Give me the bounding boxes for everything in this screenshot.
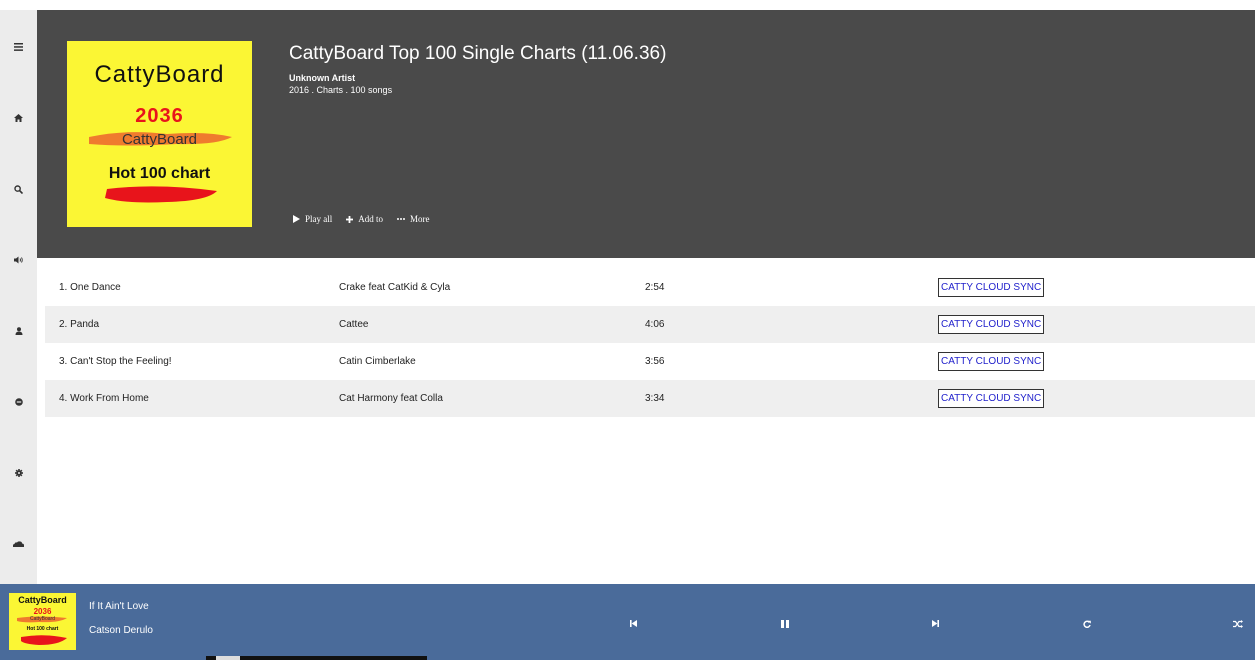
track-row[interactable]: 1. One Dance Crake feat CatKid & Cyla 2:… [45, 269, 1255, 306]
cloud-sync-button[interactable]: CATTY CLOUD SYNC [938, 315, 1045, 334]
track-title: 3. Can't Stop the Feeling! [59, 356, 172, 367]
cover-tagline: Hot 100 chart [108, 165, 211, 182]
cover-year: 2036 [135, 105, 184, 127]
mini-cover-subtitle: CattyBoard [29, 616, 55, 622]
cloud-sync-button[interactable]: CATTY CLOUD SYNC [938, 352, 1045, 371]
track-row[interactable]: 3. Can't Stop the Feeling! Catin Cimberl… [45, 343, 1255, 380]
album-artist: Unknown Artist [289, 73, 356, 83]
ellipsis-icon [397, 218, 405, 220]
now-playing-artist: Catson Derulo [89, 625, 153, 636]
now-playing-title: If It Ain't Love [89, 601, 149, 612]
track-title: 2. Panda [59, 319, 100, 330]
previous-button[interactable] [630, 620, 637, 627]
top-strip [0, 0, 1255, 10]
home-icon[interactable] [0, 109, 37, 127]
shuffle-button[interactable] [1233, 620, 1243, 628]
sidebar [0, 10, 37, 584]
mini-cover-year: 2036 [33, 607, 52, 616]
user-icon[interactable] [0, 322, 37, 340]
more-button[interactable]: More [397, 214, 430, 224]
gear-icon[interactable] [0, 464, 37, 482]
track-duration: 3:34 [645, 393, 665, 404]
scrubber-handle[interactable] [216, 656, 240, 660]
pause-icon [781, 620, 789, 628]
track-artist: Cat Harmony feat Colla [339, 393, 443, 404]
play-all-label: Play all [305, 214, 333, 224]
album-actions: Play all Add to More [293, 214, 430, 224]
disc-icon[interactable] [0, 393, 37, 411]
progress-scrubber[interactable] [206, 656, 427, 660]
track-artist: Crake feat CatKid & Cyla [339, 282, 451, 293]
add-to-button[interactable]: Add to [346, 214, 383, 224]
menu-icon[interactable] [0, 38, 37, 56]
track-duration: 4:06 [645, 319, 665, 330]
album-meta: 2016 . Charts . 100 songs [289, 85, 393, 95]
pause-button[interactable] [781, 620, 789, 628]
previous-icon [630, 620, 637, 627]
mini-cover-title: CattyBoard [18, 595, 67, 605]
now-playing-cover: CattyBoard 2036 CattyBoard Hot 100 chart [9, 593, 76, 650]
track-duration: 2:54 [645, 282, 665, 293]
track-list: 1. One Dance Crake feat CatKid & Cyla 2:… [45, 269, 1255, 417]
repeat-button[interactable] [1083, 620, 1091, 628]
cloud-icon[interactable] [0, 535, 37, 553]
volume-icon[interactable] [0, 251, 37, 269]
cover-subtitle: CattyBoard [121, 131, 198, 148]
next-button[interactable] [932, 620, 939, 627]
cloud-sync-button[interactable]: CATTY CLOUD SYNC [938, 389, 1045, 408]
album-title: CattyBoard Top 100 Single Charts (11.06.… [289, 43, 667, 64]
plus-icon [346, 215, 354, 223]
track-artist: Cattee [339, 319, 369, 330]
track-row[interactable]: 4. Work From Home Cat Harmony feat Colla… [45, 380, 1255, 417]
cloud-sync-button[interactable]: CATTY CLOUD SYNC [938, 278, 1045, 297]
next-icon [932, 620, 939, 627]
track-title: 4. Work From Home [59, 393, 149, 404]
track-duration: 3:56 [645, 356, 665, 367]
add-to-label: Add to [358, 214, 383, 224]
cover-title: CattyBoard [94, 61, 225, 88]
search-icon[interactable] [0, 180, 37, 198]
play-icon [293, 215, 300, 223]
player-bar: CattyBoard 2036 CattyBoard Hot 100 chart… [0, 584, 1255, 660]
more-label: More [410, 214, 430, 224]
shuffle-icon [1233, 620, 1243, 628]
track-artist: Catin Cimberlake [339, 356, 416, 367]
album-cover: CattyBoard 2036 CattyBoard Hot 100 chart [67, 41, 252, 227]
play-all-button[interactable]: Play all [293, 214, 332, 224]
mini-cover-tagline: Hot 100 chart [26, 626, 59, 632]
repeat-icon [1083, 620, 1091, 628]
track-title: 1. One Dance [59, 282, 121, 293]
album-header: CattyBoard 2036 CattyBoard Hot 100 chart… [37, 10, 1255, 258]
track-row[interactable]: 2. Panda Cattee 4:06 CATTY CLOUD SYNC [45, 306, 1255, 343]
